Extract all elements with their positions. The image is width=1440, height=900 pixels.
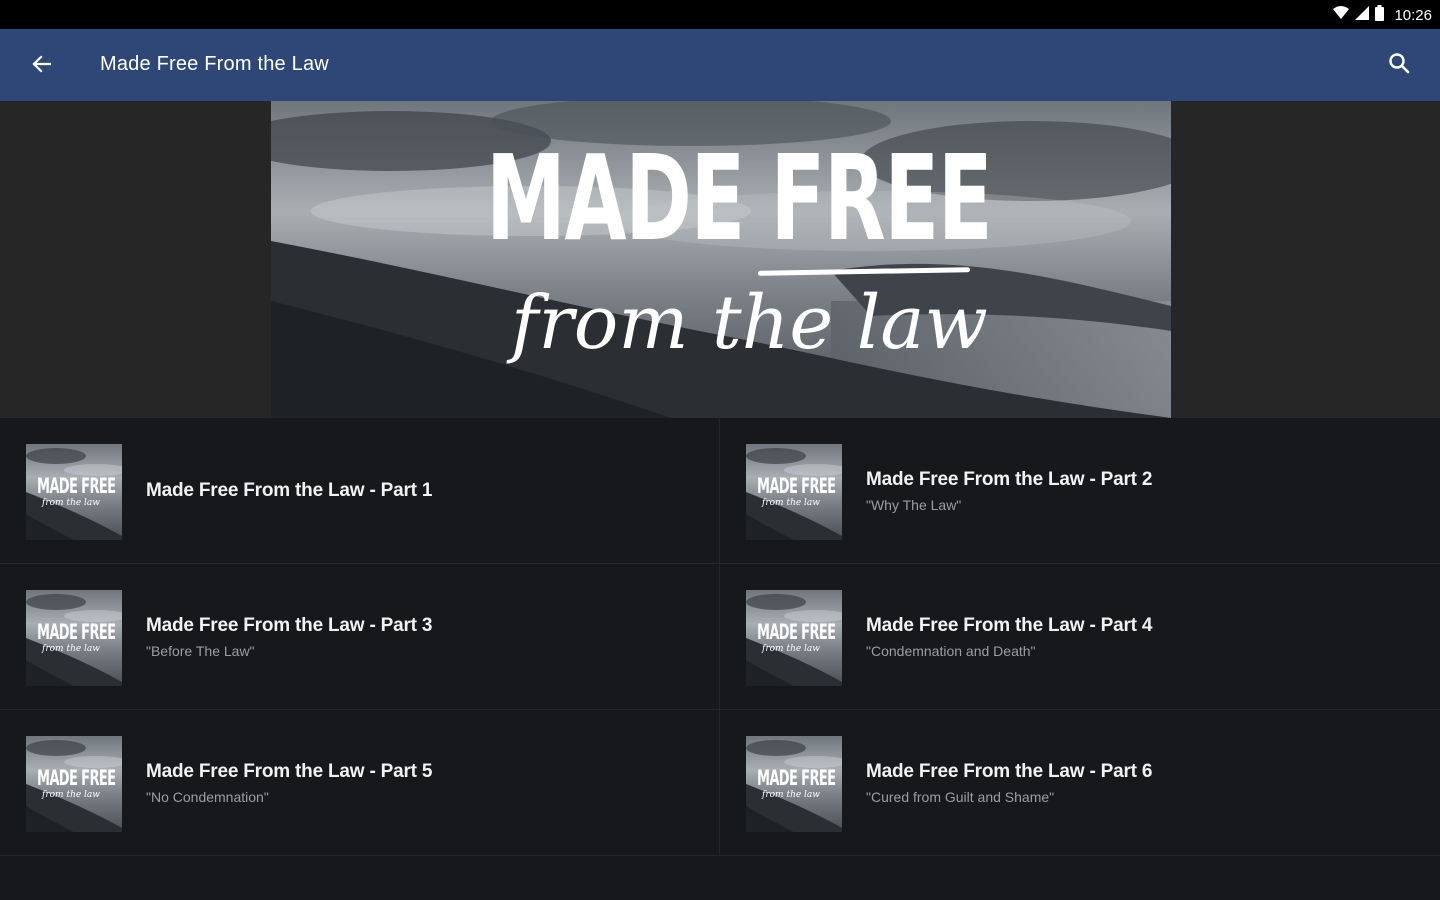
episode-subtitle: "No Condemnation" <box>146 789 269 805</box>
thumb-title-main: MADE FREE <box>37 474 116 498</box>
episode-subtitle: "Before The Law" <box>146 643 255 659</box>
thumb-title-main: MADE FREE <box>757 620 836 644</box>
episode-thumbnail: MADE FREE from the law <box>746 736 842 832</box>
thumb-title-script: from the law <box>42 644 100 654</box>
status-bar: 10:26 <box>0 0 1440 29</box>
back-button[interactable] <box>22 47 60 85</box>
thumb-title-script: from the law <box>762 644 820 654</box>
episode-thumbnail: MADE FREE from the law <box>746 590 842 686</box>
status-time: 10:26 <box>1394 6 1432 24</box>
episode-thumbnail: MADE FREE from the law <box>26 590 122 686</box>
episode-subtitle: "Cured from Guilt and Shame" <box>866 789 1055 805</box>
status-icons: 10:26 <box>1333 4 1432 26</box>
page-title: Made Free From the Law <box>100 53 329 75</box>
episode-title: Made Free From the Law - Part 5 <box>146 761 433 782</box>
episode-text: Made Free From the Law - Part 4 "Condemn… <box>866 564 1152 710</box>
episode-text: Made Free From the Law - Part 3 "Before … <box>146 564 432 710</box>
search-button[interactable] <box>1380 46 1418 84</box>
episode-text: Made Free From the Law - Part 5 "No Cond… <box>146 710 432 856</box>
episode-item[interactable]: MADE FREE from the law Made Free From th… <box>0 710 720 856</box>
episode-text: Made Free From the Law - Part 1 <box>146 418 432 564</box>
episode-title: Made Free From the Law - Part 4 <box>866 615 1153 636</box>
thumb-title-script: from the law <box>762 498 820 508</box>
episode-title: Made Free From the Law - Part 1 <box>146 480 433 501</box>
episode-item[interactable]: MADE FREE from the law Made Free From th… <box>720 710 1440 856</box>
arrow-back-icon <box>31 54 52 79</box>
app-bar: Made Free From the Law <box>0 29 1440 101</box>
hero-title-script: from the law <box>511 280 988 366</box>
signal-icon <box>1355 5 1370 25</box>
hero-banner: MADE FREE from the law <box>0 101 1440 418</box>
episode-title: Made Free From the Law - Part 6 <box>866 761 1153 782</box>
episode-item[interactable]: MADE FREE from the law Made Free From th… <box>720 564 1440 710</box>
thumb-title-script: from the law <box>42 790 100 800</box>
episode-subtitle: "Why The Law" <box>866 497 962 513</box>
episode-thumbnail: MADE FREE from the law <box>746 444 842 540</box>
thumb-title-main: MADE FREE <box>757 766 836 790</box>
episode-text: Made Free From the Law - Part 6 "Cured f… <box>866 710 1152 856</box>
episode-text: Made Free From the Law - Part 2 "Why The… <box>866 418 1152 564</box>
search-icon <box>1388 52 1410 79</box>
episode-grid: MADE FREE from the law Made Free From th… <box>0 418 1440 858</box>
episode-title: Made Free From the Law - Part 2 <box>866 469 1153 490</box>
episode-item[interactable]: MADE FREE from the law Made Free From th… <box>0 418 720 564</box>
hero-title-main: MADE FREE <box>486 129 993 267</box>
episode-thumbnail: MADE FREE from the law <box>26 444 122 540</box>
thumb-title-script: from the law <box>42 498 100 508</box>
thumb-title-main: MADE FREE <box>37 620 116 644</box>
series-artwork: MADE FREE from the law <box>271 101 1171 418</box>
battery-icon <box>1375 4 1385 26</box>
episode-thumbnail: MADE FREE from the law <box>26 736 122 832</box>
thumb-title-main: MADE FREE <box>37 766 116 790</box>
wifi-icon <box>1333 5 1350 25</box>
episode-item[interactable]: MADE FREE from the law Made Free From th… <box>720 418 1440 564</box>
episode-item[interactable]: MADE FREE from the law Made Free From th… <box>0 564 720 710</box>
thumb-title-script: from the law <box>762 790 820 800</box>
thumb-title-main: MADE FREE <box>757 474 836 498</box>
episode-subtitle: "Condemnation and Death" <box>866 643 1036 659</box>
episode-title: Made Free From the Law - Part 3 <box>146 615 433 636</box>
